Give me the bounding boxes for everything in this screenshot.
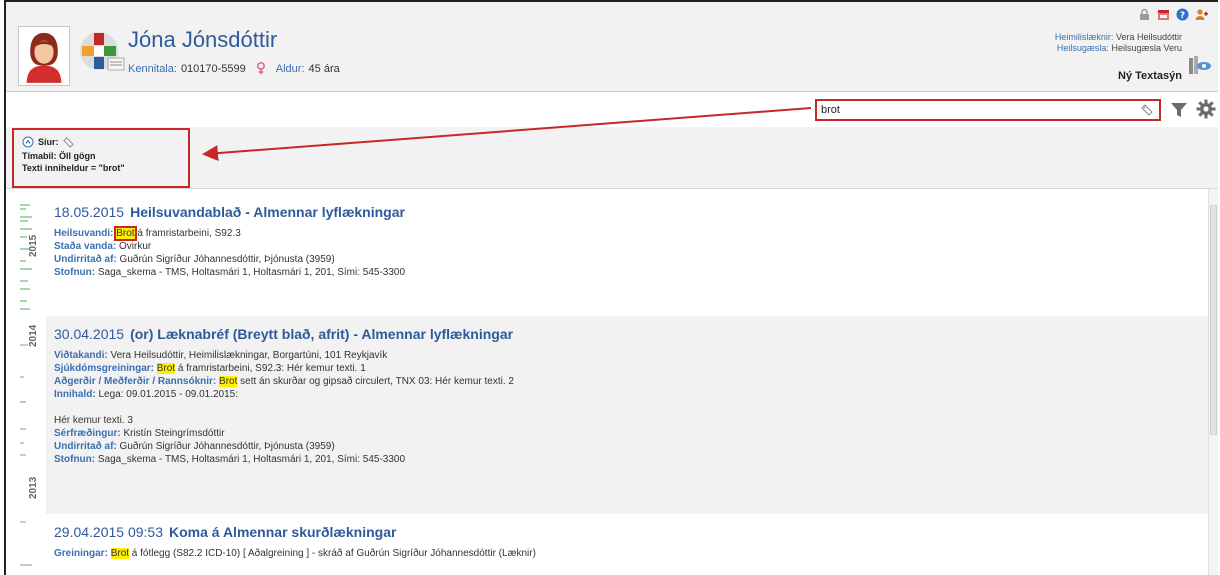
gear-icon[interactable] xyxy=(1196,99,1216,119)
patient-header: ? Jóna Jónsdóttir Kennitala: 010170-5599 xyxy=(6,2,1218,92)
entry-date: 18.05.2015 xyxy=(54,204,125,220)
doctor-value: Vera Heilsudóttir xyxy=(1115,32,1182,42)
search-highlight: Brot xyxy=(156,363,176,374)
patient-id-line: Kennitala: 010170-5599 Aldur: 45 ára xyxy=(128,62,340,75)
filter-summary: Síur: Tímabil: Öll gögn Texti inniheldur… xyxy=(12,128,190,188)
filter-icon[interactable] xyxy=(1170,101,1188,119)
entry-title[interactable]: 29.04.2015 09:53 Koma á Almennar skurðlæk… xyxy=(54,524,1210,540)
entry-title[interactable]: 30.04.2015 (or) Læknabréf (Breytt blað, a… xyxy=(54,326,1210,342)
app-window: ? Jóna Jónsdóttir Kennitala: 010170-5599 xyxy=(4,0,1218,575)
field-value: Óvirkur xyxy=(116,241,152,252)
search-box xyxy=(815,99,1161,121)
field-key: Staða vanda: xyxy=(54,241,117,252)
view-settings-icon[interactable] xyxy=(1186,52,1212,78)
entry-date: 29.04.2015 09:53 xyxy=(54,524,163,540)
field-greiningar: Greiningar: Brot á fótlegg (S82.2 ICD-10… xyxy=(54,547,1210,560)
field-value: á framristarbeini, S92.3 xyxy=(134,228,241,239)
record-list: 18.05.2015 Heilsuvandablað - Almennar lyf… xyxy=(46,194,1210,575)
scrollbar[interactable] xyxy=(1208,189,1218,575)
svg-text:?: ? xyxy=(1180,11,1185,21)
clinic-value: Heilsugæsla Veru xyxy=(1111,43,1182,53)
record-entry: 29.04.2015 09:53 Koma á Almennar skurðlæk… xyxy=(46,514,1210,568)
field-value: Guðrún Sigríður Jóhannesdóttir, Þjónusta… xyxy=(116,441,335,452)
field-value: Saga_skema - TMS, Holtasmári 1, Holtasmá… xyxy=(95,267,406,278)
help-icon[interactable]: ? xyxy=(1176,8,1189,21)
female-icon xyxy=(256,62,265,75)
kennitala-value: 010170-5599 xyxy=(180,62,246,75)
field-undirritad: Undirritað af: Guðrún Sigríður Jóhannesd… xyxy=(54,440,1210,453)
record-entry: 18.05.2015 Heilsuvandablað - Almennar lyf… xyxy=(46,194,1210,316)
field-stofnun: Stofnun: Saga_skema - TMS, Holtasmári 1,… xyxy=(54,266,1210,279)
patient-name: Jóna Jónsdóttir xyxy=(128,27,278,52)
field-key: Sjúkdómsgreiningar: xyxy=(54,363,155,374)
lock-icon[interactable] xyxy=(1138,8,1151,21)
entry-date: 30.04.2015 xyxy=(54,326,125,342)
search-highlight: Brot xyxy=(219,376,238,387)
view-name: Ný Textasýn xyxy=(1118,70,1182,82)
toolbar-icons: ? xyxy=(1138,8,1208,21)
add-user-icon[interactable] xyxy=(1195,8,1208,21)
field-key: Viðtakandi: xyxy=(54,350,108,361)
field-key: Undirritað af: xyxy=(54,254,117,265)
filter-title: Síur: xyxy=(38,137,59,147)
field-stofnun: Stofnun: Saga_skema - TMS, Holtasmári 1,… xyxy=(54,453,1210,466)
field-value: sett án skurðar og gipsað circulert, TNX… xyxy=(237,376,514,387)
field-value: Vera Heilsudóttir, Heimilislækningar, Bo… xyxy=(107,350,388,361)
field-key: Innihald: xyxy=(54,389,96,400)
calendar-alert-icon[interactable] xyxy=(1157,8,1170,21)
timeline-year-2013: 2013 xyxy=(28,476,39,499)
field-value: á fótlegg (S82.2 ICD-10) [ Aðalgreining … xyxy=(129,548,536,559)
tag-icon[interactable] xyxy=(62,136,74,148)
field-value: Lega: 09.01.2015 - 09.01.2015: xyxy=(95,389,239,400)
filter-text: Texti inniheldur = "brot" xyxy=(22,163,125,173)
clear-tag-icon[interactable] xyxy=(1141,104,1153,116)
field-heilsuvandi: Heilsuvandi: Brot á framristarbeini, S92… xyxy=(54,226,1210,241)
search-row xyxy=(6,93,1218,127)
search-input[interactable] xyxy=(821,103,1121,117)
age-value: 45 ára xyxy=(308,62,340,75)
filter-period: Tímabil: Öll gögn xyxy=(22,151,96,161)
kennitala-label: Kennitala: xyxy=(128,62,177,75)
entry-kind: (or) Læknabréf (Breytt blað, afrit) - Al… xyxy=(130,326,514,342)
field-serfraedingur: Sérfræðingur: Kristín Steingrímsdóttir xyxy=(54,427,1210,440)
timeline-year-2015: 2015 xyxy=(28,234,39,257)
field-value: Kristín Steingrímsdóttir xyxy=(120,428,225,439)
field-key: Stofnun: xyxy=(54,267,96,278)
care-info: Heimilislæknir: Vera Heilsudóttir Heilsu… xyxy=(1055,32,1182,54)
timeline-year-2014: 2014 xyxy=(28,324,39,347)
field-innihald: Innihald: Lega: 09.01.2015 - 09.01.2015: xyxy=(54,388,1210,401)
search-highlight: Brot xyxy=(114,226,137,241)
entry-title[interactable]: 18.05.2015 Heilsuvandablað - Almennar lyf… xyxy=(54,204,1210,220)
field-key: Sérfræðingur: xyxy=(54,428,121,439)
doctor-label: Heimilislæknir: xyxy=(1054,32,1114,42)
age-label: Aldur: xyxy=(275,62,305,75)
field-vidtakandi: Viðtakandi: Vera Heilsudóttir, Heimilisl… xyxy=(54,349,1210,362)
entry-kind: Heilsuvandablað - Almennar lyflækningar xyxy=(130,204,405,220)
search-highlight: Brot xyxy=(110,548,130,559)
field-value: Saga_skema - TMS, Holtasmári 1, Holtasmá… xyxy=(95,454,406,465)
field-stada: Staða vanda: Óvirkur xyxy=(54,240,1210,253)
field-key: Greiningar: xyxy=(54,548,108,559)
field-adgerdir: Aðgerðir / Meðferðir / Rannsóknir: Brot … xyxy=(54,375,1210,388)
field-key: Aðgerðir / Meðferðir / Rannsóknir: xyxy=(54,376,217,387)
patient-avatar xyxy=(18,26,70,86)
timeline[interactable]: 2015 2014 2013 xyxy=(18,197,42,575)
field-key: Undirritað af: xyxy=(54,441,117,452)
field-key: Heilsuvandi: xyxy=(54,228,114,239)
clinic-label: Heilsugæsla: xyxy=(1056,43,1109,53)
saga-logo xyxy=(80,32,125,71)
field-value: Guðrún Sigríður Jóhannesdóttir, Þjónusta… xyxy=(116,254,335,265)
field-key: Stofnun: xyxy=(54,454,96,465)
record-entry: 30.04.2015 (or) Læknabréf (Breytt blað, a… xyxy=(46,316,1210,514)
field-sjukdomsgreiningar: Sjúkdómsgreiningar: Brot á framristarbei… xyxy=(54,362,1210,375)
filter-summary-band: Síur: Tímabil: Öll gögn Texti inniheldur… xyxy=(6,127,1218,189)
field-undirritad: Undirritað af: Guðrún Sigríður Jóhannesd… xyxy=(54,253,1210,266)
entry-body-text: Hér kemur texti. 3 xyxy=(54,415,133,426)
entry-kind: Koma á Almennar skurðlækningar xyxy=(169,524,397,540)
collapse-icon[interactable] xyxy=(22,136,34,148)
field-value: á framristarbeini, S92.3: Hér kemur text… xyxy=(175,363,366,374)
scroll-thumb[interactable] xyxy=(1210,205,1217,435)
